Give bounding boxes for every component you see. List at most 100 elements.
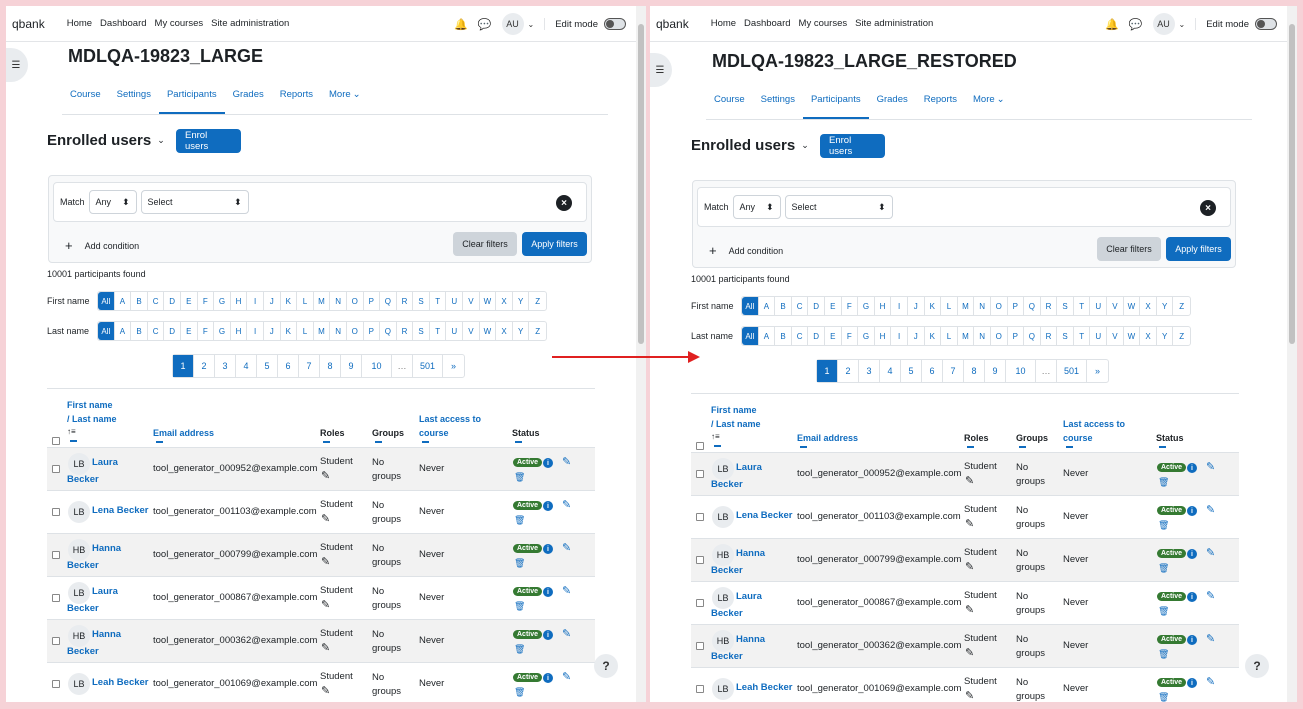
initial-r[interactable]: R [1041,327,1058,345]
user-menu[interactable]: AU ⌄ [501,13,534,35]
edit-roles-pencil-icon[interactable]: ✎ [965,474,974,487]
add-condition-button[interactable]: + Add condition [709,243,783,258]
participant-last-name[interactable]: Becker [67,557,99,574]
page-link[interactable]: 8 [320,355,341,377]
initial-h[interactable]: H [875,327,892,345]
initial-f[interactable]: F [842,327,859,345]
initial-e[interactable]: E [181,292,198,310]
match-select[interactable]: Any ⬍ [732,195,781,219]
nav-link-my-courses[interactable]: My courses [155,18,204,29]
info-icon[interactable]: i [543,544,553,554]
scrollbar-thumb[interactable] [638,24,644,344]
initial-d[interactable]: D [164,292,181,310]
remove-filter-icon[interactable]: × [1200,200,1216,216]
enrolled-users-heading[interactable]: Enrolled users ⌄ [47,132,165,149]
notifications-bell-icon[interactable]: 🔔 [454,18,468,31]
edit-roles-pencil-icon[interactable]: ✎ [321,684,330,697]
participant-first-name[interactable]: Laura [92,454,118,471]
collapse-column-icon[interactable] [967,446,974,448]
edit-mode-toggle[interactable] [1255,18,1277,30]
collapse-column-icon[interactable] [323,441,330,443]
course-index-toggle[interactable]: ☰ [650,53,672,87]
initial-l[interactable]: L [941,327,958,345]
page-link[interactable]: » [1087,360,1108,382]
initial-s[interactable]: S [1057,297,1074,315]
initial-n[interactable]: N [330,322,347,340]
unenrol-trash-icon[interactable]: 🗑 [1158,649,1169,660]
page-link[interactable]: 4 [880,360,901,382]
filter-type-select[interactable]: Select ⬍ [784,195,893,219]
initial-d[interactable]: D [164,322,181,340]
tab-reports[interactable]: Reports [272,81,321,114]
initial-u[interactable]: U [446,322,464,340]
initial-t[interactable]: T [1074,327,1091,345]
page-link[interactable]: 2 [838,360,859,382]
tab-reports[interactable]: Reports [916,86,965,119]
initial-n[interactable]: N [974,297,991,315]
participant-first-name[interactable]: Lena Becker [736,507,793,524]
initial-s[interactable]: S [413,292,430,310]
edit-roles-pencil-icon[interactable]: ✎ [321,512,330,525]
initial-z[interactable]: Z [529,292,546,310]
scrollbar-thumb[interactable] [1289,24,1295,344]
collapse-column-icon[interactable] [1066,446,1073,448]
initial-k[interactable]: K [281,322,298,340]
initial-e[interactable]: E [181,322,198,340]
page-link[interactable]: 9 [985,360,1006,382]
add-condition-button[interactable]: + Add condition [65,238,139,253]
page-link[interactable]: 8 [964,360,985,382]
initial-a[interactable]: A [115,292,132,310]
initial-l[interactable]: L [297,322,314,340]
initial-k[interactable]: K [925,327,942,345]
initial-c[interactable]: C [792,327,809,345]
initial-x[interactable]: X [496,322,513,340]
initial-f[interactable]: F [198,292,215,310]
initial-c[interactable]: C [148,322,165,340]
unenrol-trash-icon[interactable]: 🗑 [1158,520,1169,531]
participant-first-name[interactable]: Laura [736,459,762,476]
info-icon[interactable]: i [543,673,553,683]
page-link[interactable]: 1 [817,360,838,382]
notifications-bell-icon[interactable]: 🔔 [1105,18,1119,31]
initial-s[interactable]: S [413,322,430,340]
info-icon[interactable]: i [1187,592,1197,602]
info-icon[interactable]: i [1187,635,1197,645]
initial-g[interactable]: G [858,297,875,315]
initial-w[interactable]: W [480,292,497,310]
initial-q[interactable]: Q [380,292,397,310]
page-link[interactable]: 1 [173,355,194,377]
unenrol-trash-icon[interactable]: 🗑 [514,644,525,655]
initial-r[interactable]: R [397,292,414,310]
first-name-header[interactable]: First name [711,403,757,417]
initial-y[interactable]: Y [1157,297,1174,315]
initial-q[interactable]: Q [380,322,397,340]
participant-first-name[interactable]: Leah Becker [736,679,793,696]
initial-i[interactable]: I [891,297,908,315]
select-all-checkbox[interactable] [696,442,704,450]
nav-link-dashboard[interactable]: Dashboard [744,18,790,29]
initial-w[interactable]: W [1124,327,1141,345]
unenrol-trash-icon[interactable]: 🗑 [1158,606,1169,617]
row-checkbox[interactable] [52,508,60,516]
avatar[interactable]: AU [501,13,524,35]
edit-enrolment-pencil-icon[interactable]: ✎ [562,584,571,597]
tab-more[interactable]: More ⌄ [965,86,1013,119]
filter-type-select[interactable]: Select ⬍ [140,190,249,214]
initial-j[interactable]: J [908,327,925,345]
initial-d[interactable]: D [808,327,825,345]
row-checkbox[interactable] [696,642,704,650]
initial-o[interactable]: O [991,297,1008,315]
initial-x[interactable]: X [496,292,513,310]
initial-h[interactable]: H [231,322,248,340]
collapse-column-icon[interactable] [70,440,77,442]
info-icon[interactable]: i [1187,463,1197,473]
email-header[interactable]: Email address [153,426,214,440]
initial-v[interactable]: V [1107,327,1124,345]
initial-p[interactable]: P [364,292,381,310]
initial-all[interactable]: All [742,297,759,315]
page-link[interactable]: 501 [413,355,443,377]
page-link[interactable]: 5 [901,360,922,382]
initial-y[interactable]: Y [1157,327,1174,345]
initial-v[interactable]: V [1107,297,1124,315]
initial-g[interactable]: G [214,292,231,310]
